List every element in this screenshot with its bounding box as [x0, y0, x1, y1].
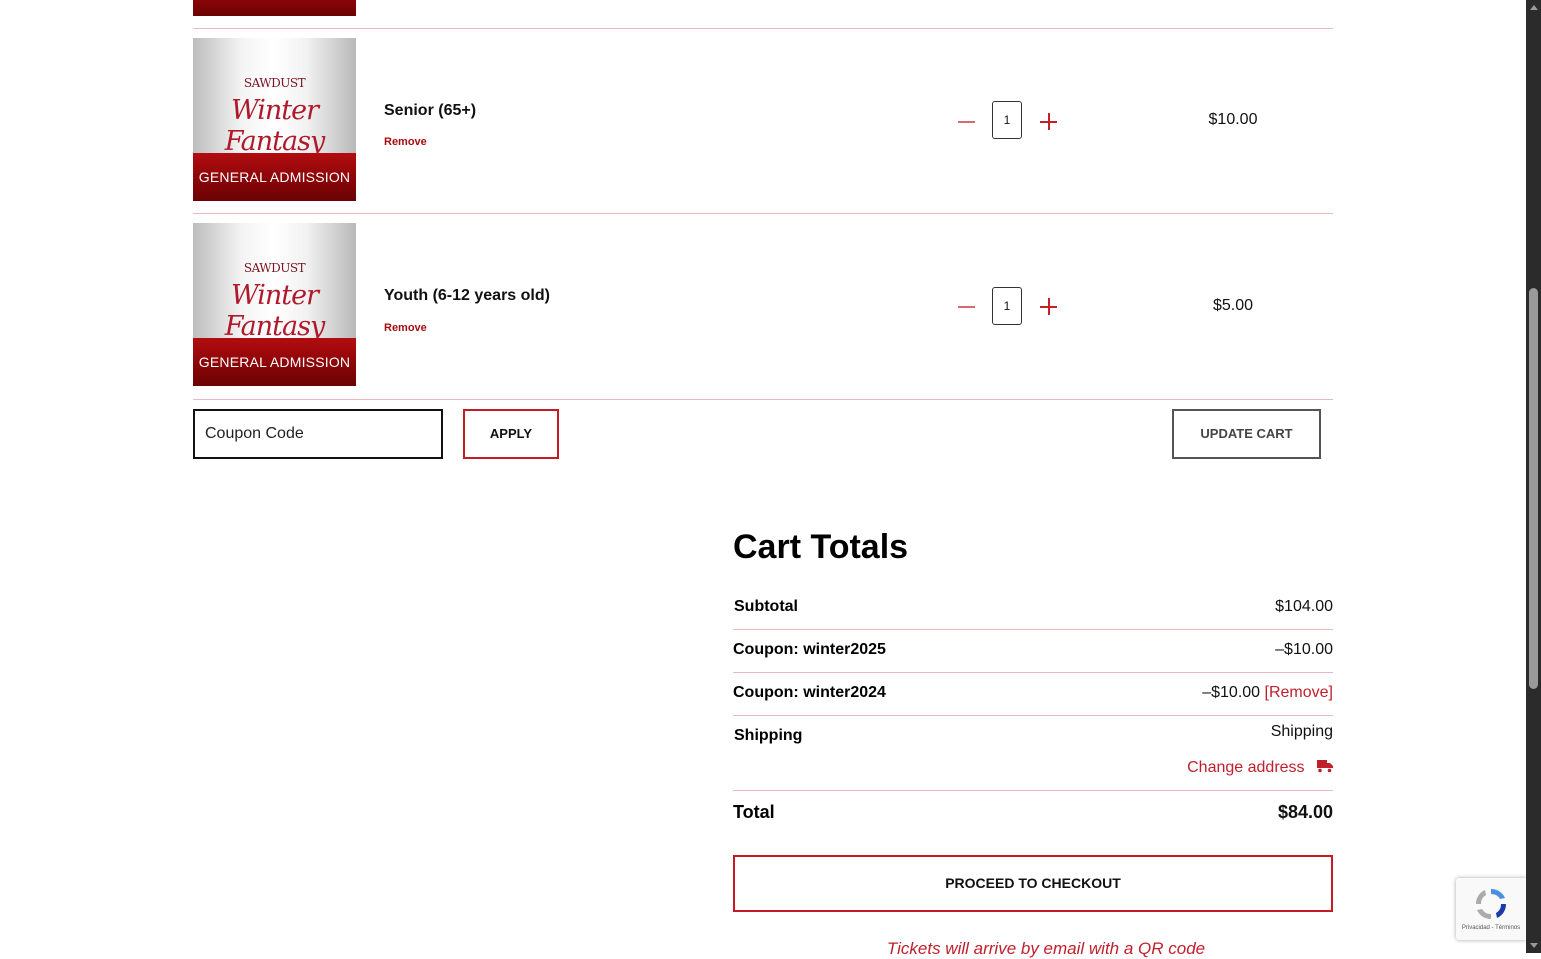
scrollbar-thumb[interactable]: [1529, 288, 1538, 689]
change-address-label[interactable]: Change address: [1187, 759, 1304, 776]
subtotal-label: Subtotal: [734, 598, 798, 615]
item-price: $5.00: [1212, 297, 1254, 314]
totals-divider: [733, 672, 1333, 673]
truck-icon: [1317, 759, 1333, 773]
coupon-value: –$10.00: [1275, 641, 1333, 658]
brand-logo-text: SAWDUST: [243, 261, 306, 275]
previous-item-thumbnail: [193, 0, 356, 16]
coupon-code-input[interactable]: Coupon Code: [193, 409, 443, 459]
recaptcha-terms[interactable]: Privacidad - Términos: [1456, 925, 1526, 931]
item-price: $10.00: [1208, 111, 1258, 128]
recaptcha-icon: [1473, 886, 1509, 927]
subtotal-value: $104.00: [1275, 598, 1333, 615]
row-divider: [193, 28, 1333, 29]
coupon-value: –$10.00: [1202, 684, 1261, 701]
change-address-link[interactable]: Change address: [1187, 759, 1333, 777]
minus-icon[interactable]: [957, 297, 977, 317]
coupon-value-row: –$10.00 [Remove]: [1202, 684, 1333, 702]
scroll-down-arrow-icon[interactable]: [1530, 943, 1538, 948]
plus-icon[interactable]: [1039, 112, 1059, 132]
plus-icon[interactable]: [1039, 297, 1059, 317]
quantity-input[interactable]: 1: [992, 101, 1022, 139]
shipping-label: Shipping: [734, 727, 803, 744]
remove-coupon-link[interactable]: [Remove]: [1265, 684, 1333, 701]
row-divider: [193, 213, 1333, 214]
totals-divider: [733, 629, 1333, 630]
total-label: Total: [733, 802, 775, 822]
scroll-up-arrow-icon[interactable]: [1530, 5, 1538, 10]
quantity-input[interactable]: 1: [992, 287, 1022, 325]
minus-icon[interactable]: [957, 112, 977, 132]
total-value: $84.00: [1277, 802, 1333, 822]
thumbnail-banner: GENERAL ADMISSION: [193, 153, 356, 201]
update-cart-button[interactable]: UPDATE CART: [1172, 409, 1321, 459]
product-name[interactable]: Senior (65+): [384, 102, 476, 120]
proceed-to-checkout-button[interactable]: PROCEED TO CHECKOUT: [733, 855, 1333, 912]
cart-totals-title: Cart Totals: [733, 528, 909, 566]
vertical-scrollbar[interactable]: [1526, 0, 1541, 953]
brand-script-text: Winter Fantasy: [224, 95, 325, 157]
ticket-delivery-note: Tickets will arrive by email with a QR c…: [886, 939, 1206, 958]
apply-coupon-button[interactable]: APPLY: [463, 409, 559, 459]
brand-script-text: Winter Fantasy: [224, 280, 325, 342]
thumbnail-banner: GENERAL ADMISSION: [193, 338, 356, 386]
shipping-value: Shipping: [1270, 723, 1333, 740]
product-name[interactable]: Youth (6-12 years old): [384, 287, 550, 305]
brand-logo-text: SAWDUST: [243, 76, 306, 90]
product-thumbnail[interactable]: SAWDUST Winter Fantasy GENERAL ADMISSION: [193, 38, 356, 201]
totals-divider: [733, 790, 1333, 791]
remove-item-link[interactable]: Remove: [384, 322, 427, 334]
coupon-label: Coupon: winter2025: [733, 641, 886, 658]
row-divider: [193, 399, 1333, 400]
remove-item-link[interactable]: Remove: [384, 136, 427, 148]
coupon-label: Coupon: winter2024: [733, 684, 886, 701]
product-thumbnail[interactable]: SAWDUST Winter Fantasy GENERAL ADMISSION: [193, 223, 356, 386]
totals-divider: [733, 715, 1333, 716]
recaptcha-badge[interactable]: Privacidad - Términos: [1456, 878, 1526, 940]
